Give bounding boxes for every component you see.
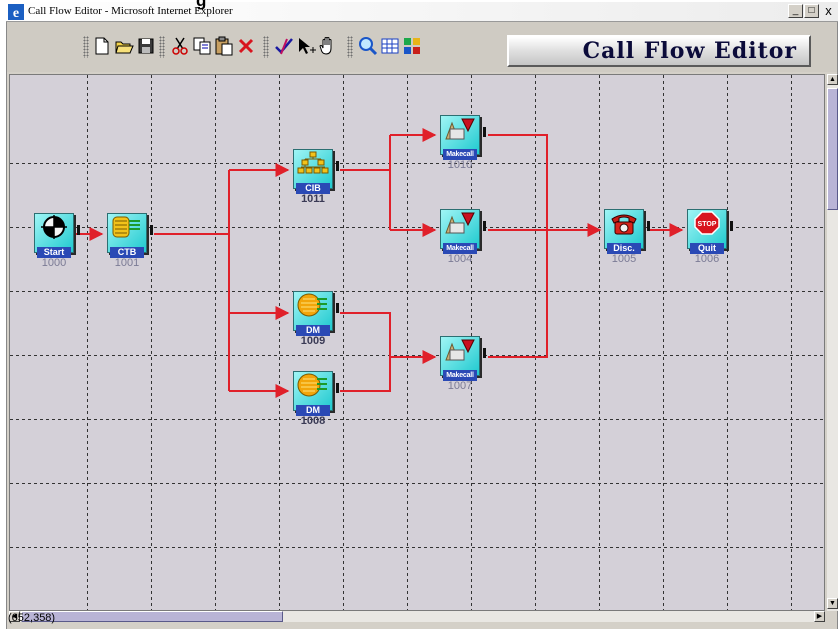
minimize-button[interactable]: _ — [788, 4, 803, 18]
check-icon[interactable] — [273, 35, 295, 57]
node-id: 1005 — [611, 253, 637, 265]
scroll-right-icon[interactable]: ▶ — [814, 611, 825, 622]
node-port[interactable] — [336, 303, 339, 313]
paste-icon[interactable] — [213, 35, 235, 57]
node-id: 1007 — [447, 380, 473, 392]
node-port[interactable] — [483, 127, 486, 137]
new-icon[interactable] — [91, 35, 113, 57]
node-port[interactable] — [483, 348, 486, 358]
grid-icon[interactable] — [379, 35, 401, 57]
zoom-icon[interactable] — [357, 35, 379, 57]
horizontal-scrollbar[interactable]: ◀ ▶ — [9, 611, 825, 622]
scroll-up-icon[interactable]: ▲ — [827, 74, 838, 85]
open-icon[interactable] — [113, 35, 135, 57]
node-id: 1000 — [41, 257, 67, 269]
save-icon[interactable] — [135, 35, 157, 57]
node-dm-1008[interactable]: DM 1008 — [293, 371, 339, 427]
stop-sign-icon: STOP — [694, 211, 720, 235]
svg-text:e: e — [13, 6, 19, 20]
makecall-icon — [445, 118, 475, 140]
node-start[interactable]: Start 1000 — [34, 213, 80, 269]
close-button[interactable]: x — [821, 4, 836, 18]
settings-icon[interactable] — [401, 35, 423, 57]
toolbar-grip[interactable] — [263, 36, 269, 58]
connector-mc1010-out — [488, 134, 548, 230]
horizontal-scroll-thumb[interactable] — [21, 611, 283, 622]
node-port[interactable] — [336, 161, 339, 171]
node-port[interactable] — [150, 225, 153, 235]
copy-icon[interactable] — [191, 35, 213, 57]
node-id: 1008 — [300, 415, 326, 427]
node-id: 1006 — [694, 253, 720, 265]
node-cib[interactable]: CIB 1011 — [293, 149, 339, 205]
node-id: 1010 — [447, 159, 473, 171]
connector-mc1007-out — [488, 230, 548, 358]
dm-icon — [297, 373, 327, 397]
canvas-grid — [10, 75, 824, 610]
node-port[interactable] — [647, 221, 650, 231]
node-id: 1001 — [114, 257, 140, 269]
makecall-icon — [445, 212, 475, 234]
toolbar-grip[interactable] — [347, 36, 353, 58]
telephone-icon — [611, 214, 637, 235]
stop-sign-text: STOP — [698, 221, 717, 228]
connector-dm1009-out — [340, 312, 391, 357]
maximize-button[interactable]: □ — [804, 4, 819, 18]
tree-icon — [297, 151, 329, 174]
node-disc[interactable]: Disc. 1005 — [604, 209, 650, 265]
node-dm-1009[interactable]: DM 1009 — [293, 291, 339, 347]
page-heading-fragment: g — [196, 0, 207, 10]
node-makecall-1010[interactable]: Makecall 1010 — [440, 115, 486, 171]
vertical-scroll-thumb[interactable] — [827, 88, 838, 210]
cursor-coordinates: (652,358) — [8, 612, 56, 624]
browser-window: Call Flow Editor Start 1000 CTB 1001 CIB… — [6, 22, 838, 629]
app-brand-banner: Call Flow Editor — [507, 35, 811, 67]
ie-icon: e — [8, 4, 24, 20]
toolbar-grip[interactable] — [83, 36, 89, 58]
node-makecall-1004[interactable]: Makecall 1004 — [440, 209, 486, 265]
pointer-add-icon[interactable] — [295, 35, 317, 57]
node-port[interactable] — [730, 221, 733, 231]
node-id: 1011 — [301, 193, 325, 205]
vertical-scrollbar[interactable]: ▲ ▼ — [827, 74, 838, 611]
scroll-down-icon[interactable]: ▼ — [827, 598, 838, 609]
node-port[interactable] — [77, 225, 80, 235]
delete-icon[interactable] — [235, 35, 257, 57]
node-makecall-1007[interactable]: Makecall 1007 — [440, 336, 486, 392]
makecall-icon — [445, 339, 475, 361]
dm-icon — [297, 293, 327, 317]
status-bar — [7, 622, 837, 629]
toolbar-grip[interactable] — [159, 36, 165, 58]
toolbar: Call Flow Editor — [7, 22, 837, 72]
node-ctb[interactable]: CTB 1001 — [107, 213, 153, 269]
node-port[interactable] — [336, 383, 339, 393]
cut-icon[interactable] — [169, 35, 191, 57]
node-id: 1009 — [300, 335, 326, 347]
node-id: 1004 — [447, 253, 473, 265]
node-quit[interactable]: STOP Quit 1006 — [687, 209, 733, 265]
target-icon — [41, 215, 67, 239]
hand-icon[interactable] — [317, 35, 339, 57]
connector-dm1008-out — [340, 357, 391, 392]
flow-canvas[interactable]: Start 1000 CTB 1001 CIB 1011 DM 1009 DM … — [9, 74, 825, 611]
title-bar: e Call Flow Editor - Microsoft Internet … — [6, 2, 838, 22]
node-port[interactable] — [483, 221, 486, 231]
ctb-icon — [112, 216, 140, 238]
